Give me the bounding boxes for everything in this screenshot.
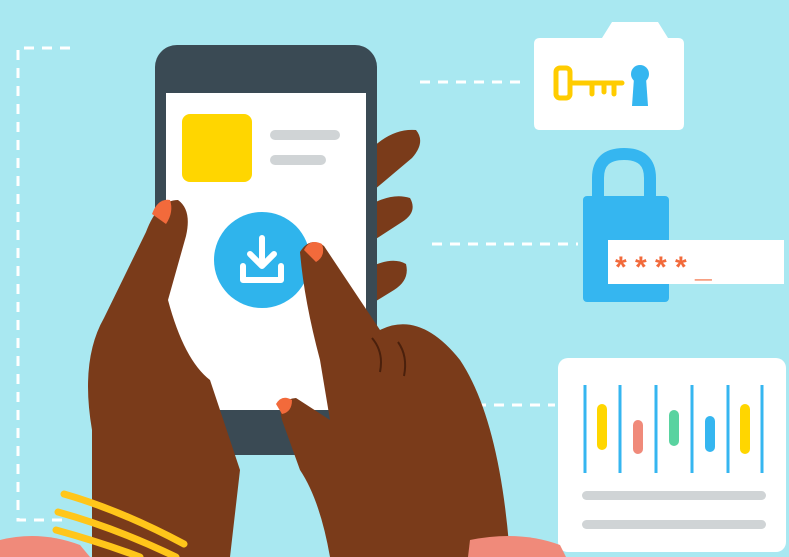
- app-text-line-1: [270, 130, 340, 140]
- chart-text-line-1: [582, 491, 766, 500]
- chart-card: [558, 358, 786, 552]
- security-illustration: * * * * _: [0, 0, 789, 557]
- key-card: [534, 22, 684, 130]
- chart-bar-4: [705, 416, 715, 452]
- illustration-canvas: * * * * _: [0, 0, 789, 557]
- app-text-line-2: [270, 155, 326, 165]
- chart-text-line-2: [582, 520, 766, 529]
- chart-bar-5: [740, 404, 750, 454]
- keyhole-icon: [631, 65, 649, 106]
- download-button[interactable]: [214, 212, 310, 308]
- masked-password: * * * * _: [615, 251, 712, 284]
- chart-bar-2: [633, 420, 643, 454]
- chart-bar-3: [669, 410, 679, 446]
- app-thumbnail: [182, 114, 252, 182]
- chart-bar-1: [597, 404, 607, 450]
